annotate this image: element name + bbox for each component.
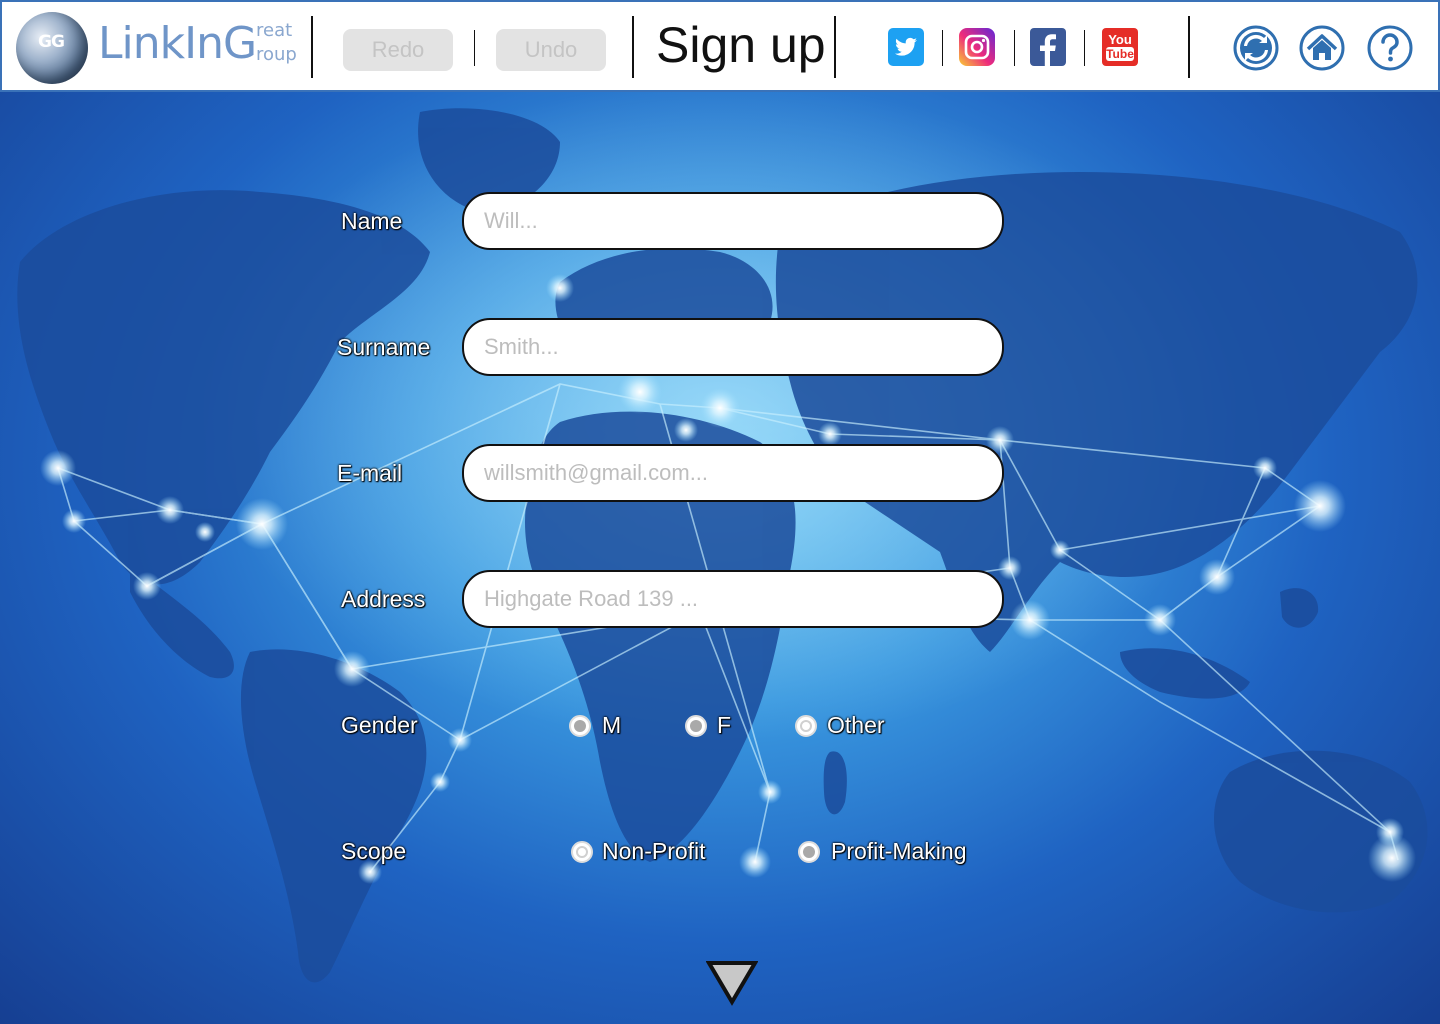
youtube-text-bottom: Tube [1106, 47, 1134, 61]
divider [1084, 30, 1085, 66]
refresh-icon[interactable] [1232, 24, 1280, 72]
radio-dot [803, 846, 815, 858]
email-label: E-mail [337, 460, 403, 486]
logo-initials: GG [38, 32, 65, 52]
divider [942, 30, 943, 66]
gender-radio-m[interactable] [569, 715, 591, 737]
scope-option-profit-making-label: Profit-Making [831, 838, 967, 864]
divider [311, 16, 313, 78]
surname-input[interactable] [462, 318, 1004, 376]
scope-radio-profit-making[interactable] [798, 841, 820, 863]
youtube-text-top: You [1108, 32, 1132, 47]
address-input[interactable] [462, 570, 1004, 628]
page-title: Sign up [656, 17, 826, 73]
scope-label: Scope [341, 838, 407, 864]
name-label: Name [341, 208, 403, 234]
radio-dot [574, 720, 586, 732]
undo-button[interactable]: Undo [496, 29, 606, 71]
youtube-icon[interactable]: You Tube [1102, 28, 1138, 66]
divider [474, 30, 475, 66]
gender-radio-other[interactable] [795, 715, 817, 737]
gender-radio-f[interactable] [685, 715, 707, 737]
gender-option-m-label: M [602, 712, 622, 738]
divider [632, 16, 634, 78]
logo-subtext-bottom: roup [256, 44, 297, 65]
scope-radio-non-profit[interactable] [571, 841, 593, 863]
facebook-icon[interactable] [1030, 28, 1066, 66]
logo-subtext-top: reat [256, 20, 293, 41]
logo-wordmark: LinkInG [98, 18, 257, 69]
top-bar: GG LinkInG reat roup Redo Undo Sign up Y… [0, 0, 1440, 92]
gender-label: Gender [341, 712, 418, 738]
radio-ring [576, 846, 588, 858]
surname-label: Surname [337, 334, 431, 360]
chevron-down-triangle-icon[interactable] [706, 960, 758, 1006]
divider [834, 16, 836, 78]
divider [1014, 30, 1015, 66]
radio-ring [800, 720, 812, 732]
instagram-icon[interactable] [959, 28, 995, 66]
redo-button[interactable]: Redo [343, 29, 453, 71]
divider [1188, 16, 1190, 78]
logo-globe-icon: GG [16, 12, 88, 84]
twitter-icon[interactable] [888, 28, 924, 66]
name-input[interactable] [462, 192, 1004, 250]
help-icon[interactable] [1366, 24, 1414, 72]
address-label: Address [341, 586, 426, 612]
home-icon[interactable] [1298, 24, 1346, 72]
gender-option-other-label: Other [827, 712, 885, 738]
radio-dot [690, 720, 702, 732]
scope-option-non-profit-label: Non-Profit [602, 838, 706, 864]
gender-option-f-label: F [717, 712, 732, 738]
email-input[interactable] [462, 444, 1004, 502]
